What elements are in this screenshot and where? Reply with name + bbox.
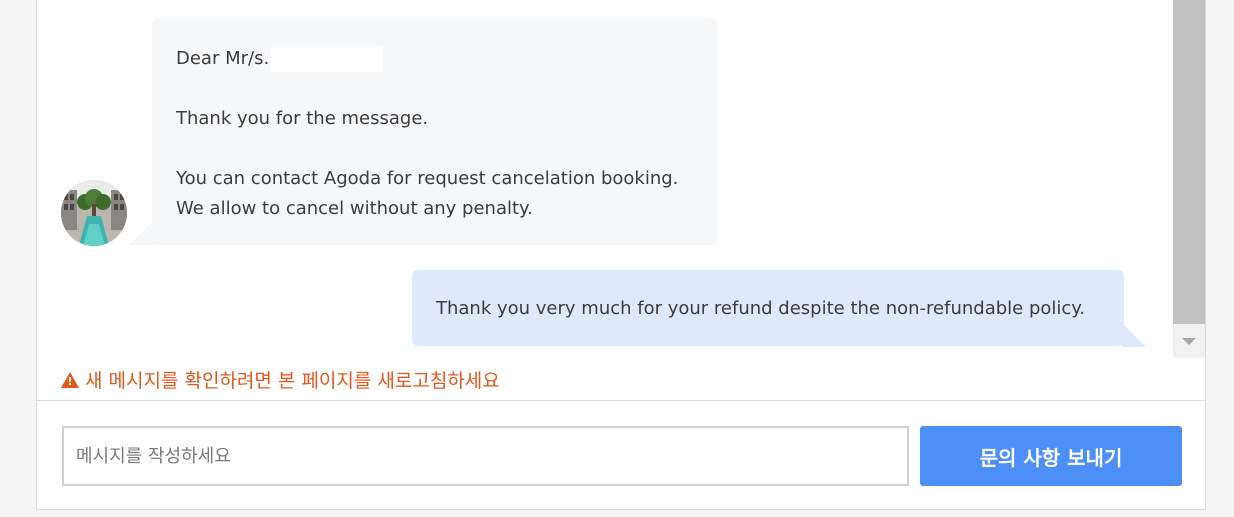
message-list: Dear Mr/s. Thank you for the message. Yo… — [37, 0, 1205, 400]
chat-panel: Dear Mr/s. Thank you for the message. Yo… — [36, 0, 1206, 510]
incoming-contact-line: You can contact Agoda for request cancel… — [176, 168, 679, 189]
message-input[interactable] — [62, 426, 909, 486]
incoming-message-bubble: Dear Mr/s. Thank you for the message. Yo… — [152, 18, 717, 245]
outgoing-message-bubble: Thank you very much for your refund desp… — [412, 270, 1124, 346]
outgoing-bubble-tail — [1122, 323, 1146, 347]
incoming-bubble-tail — [129, 221, 153, 245]
hotel-avatar — [61, 180, 127, 246]
chevron-down-icon — [1182, 337, 1196, 345]
send-inquiry-button[interactable]: 문의 사항 보내기 — [920, 426, 1182, 486]
incoming-greeting: Dear Mr/s. — [176, 48, 270, 69]
redacted-name — [271, 46, 384, 72]
message-list-scrollbar[interactable] — [1173, 0, 1205, 358]
scroll-down-arrow[interactable] — [1173, 324, 1205, 358]
outgoing-message-text: Thank you very much for your refund desp… — [436, 297, 1086, 319]
warning-icon: ! — [61, 371, 79, 388]
composer-divider — [37, 400, 1205, 401]
scrollbar-thumb[interactable] — [1173, 0, 1205, 324]
refresh-notice: ! 새 메시지를 확인하려면 본 페이지를 새로고침하세요 — [61, 366, 500, 393]
incoming-thanks-line: Thank you for the message. — [176, 108, 429, 129]
incoming-allow-line: We allow to cancel without any penalty. — [176, 198, 533, 219]
refresh-notice-text: 새 메시지를 확인하려면 본 페이지를 새로고침하세요 — [85, 370, 500, 392]
incoming-greeting-line: Dear Mr/s. — [176, 44, 693, 74]
